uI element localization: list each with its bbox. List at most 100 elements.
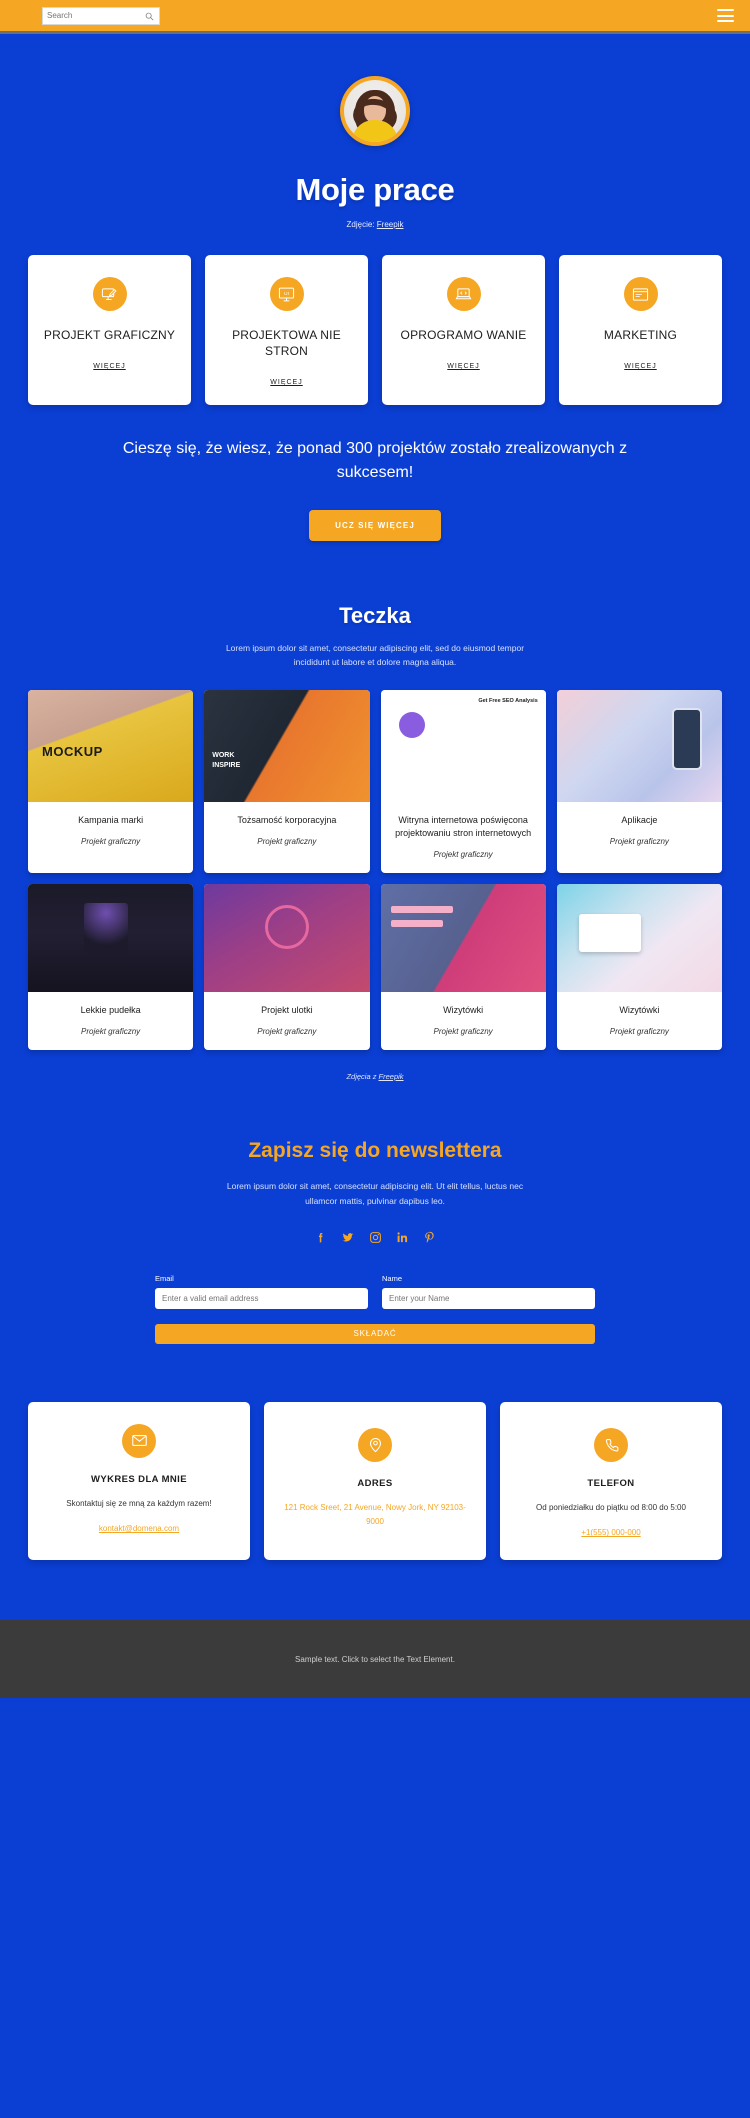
portfolio-item-body: Wizytówki Projekt graficzny	[381, 992, 546, 1050]
design-tablet-brush-icon	[92, 277, 127, 311]
portfolio-thumbnail	[28, 883, 194, 992]
contact-text: Skontaktuj się ze mną za każdym razem!	[66, 1498, 212, 1508]
portfolio-item-category: Projekt graficzny	[81, 836, 141, 846]
newsletter-section: Zapisz się do newslettera Lorem ipsum do…	[0, 1081, 750, 1344]
portfolio-section: Teczka Lorem ipsum dolor sit amet, conse…	[0, 541, 750, 1081]
facebook-icon[interactable]	[314, 1231, 327, 1244]
service-more-link[interactable]: WIĘCEJ	[447, 363, 479, 370]
portfolio-item-body: Tożsamość korporacyjna Projekt graficzny	[204, 802, 369, 873]
portfolio-item-category: Projekt graficzny	[433, 849, 493, 859]
page-title: Moje prace	[295, 172, 455, 207]
portfolio-thumbnail	[556, 689, 722, 802]
top-bar	[0, 0, 750, 31]
portfolio-grid-row-2: Lekkie pudełka Projekt graficzny Projekt…	[0, 873, 750, 1050]
hamburger-bar	[717, 20, 734, 22]
portfolio-item-category: Projekt graficzny	[609, 1026, 669, 1036]
portfolio-item-name: Lekkie pudełka	[80, 1004, 141, 1015]
portfolio-item-name: Projekt ulotki	[261, 1004, 313, 1015]
submit-wrapper: SKŁADAĆ	[0, 1323, 750, 1344]
portfolio-item-body: Kampania marki Projekt graficzny	[28, 802, 193, 873]
portfolio-item-category: Projekt graficzny	[81, 1026, 141, 1036]
portfolio-item[interactable]: Tożsamość korporacyjna Projekt graficzny	[204, 689, 370, 873]
footer-text: Sample text. Click to select the Text El…	[295, 1654, 455, 1664]
footer: Sample text. Click to select the Text El…	[0, 1620, 750, 1699]
contact-card-address: ADRES 121 Rock Sreet, 21 Avenue, Nowy Jo…	[264, 1401, 486, 1561]
portfolio-item[interactable]: Projekt ulotki Projekt graficzny	[204, 883, 370, 1050]
contact-address: 121 Rock Sreet, 21 Avenue, Nowy Jork, NY…	[284, 1502, 466, 1527]
portfolio-item-name: Kampania marki	[78, 814, 144, 825]
newsletter-subtitle: Lorem ipsum dolor sit amet, consectetur …	[226, 1180, 524, 1207]
contact-text: Od poniedziałku do piątku od 8:00 do 5:0…	[536, 1502, 686, 1512]
service-card-web-design[interactable]: UI PROJEKTOWA NIE STRON WIĘCEJ	[205, 255, 368, 406]
envelope-icon	[122, 1423, 156, 1458]
pinterest-icon[interactable]	[423, 1231, 436, 1244]
hamburger-menu-icon[interactable]	[717, 9, 734, 22]
search-icon[interactable]	[145, 12, 154, 21]
promo-section: Cieszę się, że wiesz, że ponad 300 proje…	[0, 405, 750, 541]
portfolio-item-body: Witryna internetowa poświęcona projektow…	[381, 802, 546, 873]
portfolio-title: Teczka	[339, 602, 411, 628]
portfolio-subtitle: Lorem ipsum dolor sit amet, consectetur …	[225, 642, 525, 668]
contact-card-email: WYKRES DLA MNIE Skontaktuj się ze mną za…	[28, 1401, 250, 1561]
hero-credit-prefix: Zdjęcie:	[346, 220, 377, 229]
portfolio-item-name: Tożsamość korporacyjna	[237, 814, 337, 825]
contact-title: ADRES	[357, 1477, 393, 1489]
search-box[interactable]	[42, 6, 160, 25]
contact-title: TELEFON	[587, 1477, 635, 1489]
browser-window-icon	[623, 277, 658, 311]
ui-monitor-icon: UI	[269, 277, 304, 311]
code-laptop-icon	[446, 277, 481, 311]
service-card-marketing[interactable]: MARKETING WIĘCEJ	[559, 255, 722, 406]
submit-button[interactable]: SKŁADAĆ	[155, 1323, 595, 1344]
portfolio-credit: Zdjęcia z Freepik	[0, 1072, 750, 1081]
portfolio-item[interactable]: Kampania marki Projekt graficzny	[28, 689, 194, 873]
promo-text: Cieszę się, że wiesz, że ponad 300 proje…	[122, 440, 628, 481]
hamburger-bar	[717, 9, 734, 11]
portfolio-thumbnail	[28, 689, 194, 802]
name-field-group: Name	[382, 1274, 595, 1310]
portfolio-item-body: Lekkie pudełka Projekt graficzny	[28, 992, 193, 1050]
hero-credit-link[interactable]: Freepik	[377, 220, 404, 229]
learn-more-button[interactable]: UCZ SIĘ WIĘCEJ	[309, 509, 441, 541]
portfolio-thumbnail	[380, 689, 546, 802]
portfolio-grid-row-1: Kampania marki Projekt graficzny Tożsamo…	[0, 670, 750, 873]
service-more-link[interactable]: WIĘCEJ	[93, 363, 125, 370]
avatar-image	[344, 80, 406, 142]
portfolio-item[interactable]: Wizytówki Projekt graficzny	[380, 883, 546, 1050]
portfolio-item-body: Projekt ulotki Projekt graficzny	[204, 992, 369, 1050]
twitter-icon[interactable]	[341, 1231, 355, 1244]
portfolio-item-name: Wizytówki	[619, 1004, 660, 1015]
services-row: PROJEKT GRAFICZNY WIĘCEJ UI PROJEKTOWA N…	[0, 229, 750, 406]
svg-text:UI: UI	[284, 291, 289, 297]
portfolio-item[interactable]: Aplikacje Projekt graficzny	[556, 689, 722, 873]
service-card-graphic-design[interactable]: PROJEKT GRAFICZNY WIĘCEJ	[28, 255, 191, 406]
map-pin-icon	[358, 1427, 392, 1462]
contact-email-link[interactable]: kontakt@domena.com	[99, 1522, 179, 1536]
hamburger-bar	[717, 14, 734, 17]
portfolio-thumbnail	[556, 883, 722, 992]
name-input[interactable]	[382, 1288, 595, 1310]
service-more-link[interactable]: WIĘCEJ	[270, 379, 302, 386]
portfolio-item[interactable]: Witryna internetowa poświęcona projektow…	[380, 689, 546, 873]
portfolio-item-category: Projekt graficzny	[257, 836, 317, 846]
service-more-link[interactable]: WIĘCEJ	[624, 363, 656, 370]
portfolio-item-name: Witryna internetowa poświęcona projektow…	[395, 814, 532, 838]
portfolio-thumbnail	[380, 883, 546, 992]
portfolio-item[interactable]: Wizytówki Projekt graficzny	[556, 883, 722, 1050]
email-input[interactable]	[155, 1288, 368, 1310]
service-title: PROJEKT GRAFICZNY	[43, 328, 176, 342]
portfolio-credit-link[interactable]: Freepik	[379, 1072, 404, 1081]
search-input[interactable]	[47, 11, 143, 20]
service-card-software[interactable]: OPROGRAMO WANIE WIĘCEJ	[382, 255, 545, 406]
newsletter-title: Zapisz się do newslettera	[248, 1138, 502, 1162]
linkedin-icon[interactable]	[396, 1231, 409, 1244]
avatar	[340, 76, 410, 146]
portfolio-thumbnail	[204, 883, 370, 992]
portfolio-item[interactable]: Lekkie pudełka Projekt graficzny	[28, 883, 194, 1050]
portfolio-item-body: Wizytówki Projekt graficzny	[557, 992, 722, 1050]
contact-phone-link[interactable]: +1(555) 000-000	[581, 1526, 640, 1540]
contacts-row: WYKRES DLA MNIE Skontaktuj się ze mną za…	[0, 1344, 750, 1561]
email-field-group: Email	[155, 1274, 368, 1310]
instagram-icon[interactable]	[369, 1231, 382, 1244]
email-label: Email	[155, 1274, 174, 1284]
